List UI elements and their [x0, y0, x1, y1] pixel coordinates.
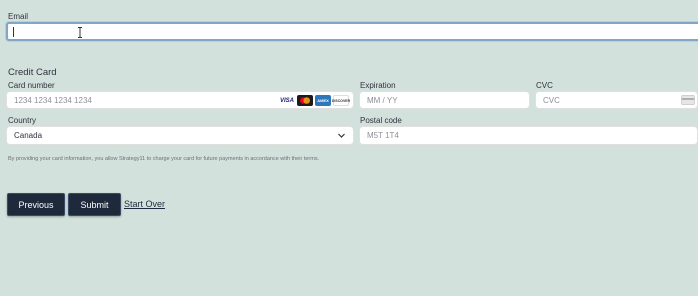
postal-code-label: Postal code: [360, 116, 402, 125]
expiration-input[interactable]: MM / YY: [359, 91, 530, 109]
chevron-down-icon: [338, 133, 345, 138]
postal-code-placeholder: M5T 1T4: [367, 131, 399, 140]
cvc-label: CVC: [536, 81, 553, 90]
i-beam-cursor-icon: [78, 27, 82, 38]
country-select[interactable]: Canada: [6, 126, 354, 145]
amex-icon: AMEX: [315, 95, 331, 106]
cvc-input[interactable]: CVC: [535, 91, 698, 109]
country-label: Country: [8, 116, 37, 125]
card-brand-icons: VISA AMEX DISCOVER: [279, 95, 350, 106]
expiration-placeholder: MM / YY: [367, 95, 398, 105]
card-number-placeholder: 1234 1234 1234 1234: [14, 95, 92, 105]
mastercard-icon: [297, 95, 313, 106]
email-label: Email: [8, 12, 29, 21]
cvc-card-icon: [681, 95, 695, 105]
discover-icon: DISCOVER: [332, 95, 350, 106]
expiration-label: Expiration: [360, 81, 396, 90]
submit-button[interactable]: Submit: [68, 193, 121, 216]
credit-card-heading: Credit Card: [8, 67, 57, 78]
country-value: Canada: [14, 131, 43, 140]
visa-icon: VISA: [279, 95, 295, 106]
text-cursor: [13, 27, 14, 37]
email-input[interactable]: [6, 22, 698, 41]
cvc-placeholder: CVC: [543, 95, 560, 105]
start-over-link[interactable]: Start Over: [124, 199, 165, 209]
payment-disclaimer: By providing your card information, you …: [8, 156, 320, 162]
postal-code-input[interactable]: M5T 1T4: [359, 126, 698, 145]
previous-button[interactable]: Previous: [7, 193, 65, 216]
card-number-label: Card number: [8, 81, 55, 90]
card-number-input[interactable]: 1234 1234 1234 1234 VISA AMEX DISCOVER: [6, 91, 354, 109]
